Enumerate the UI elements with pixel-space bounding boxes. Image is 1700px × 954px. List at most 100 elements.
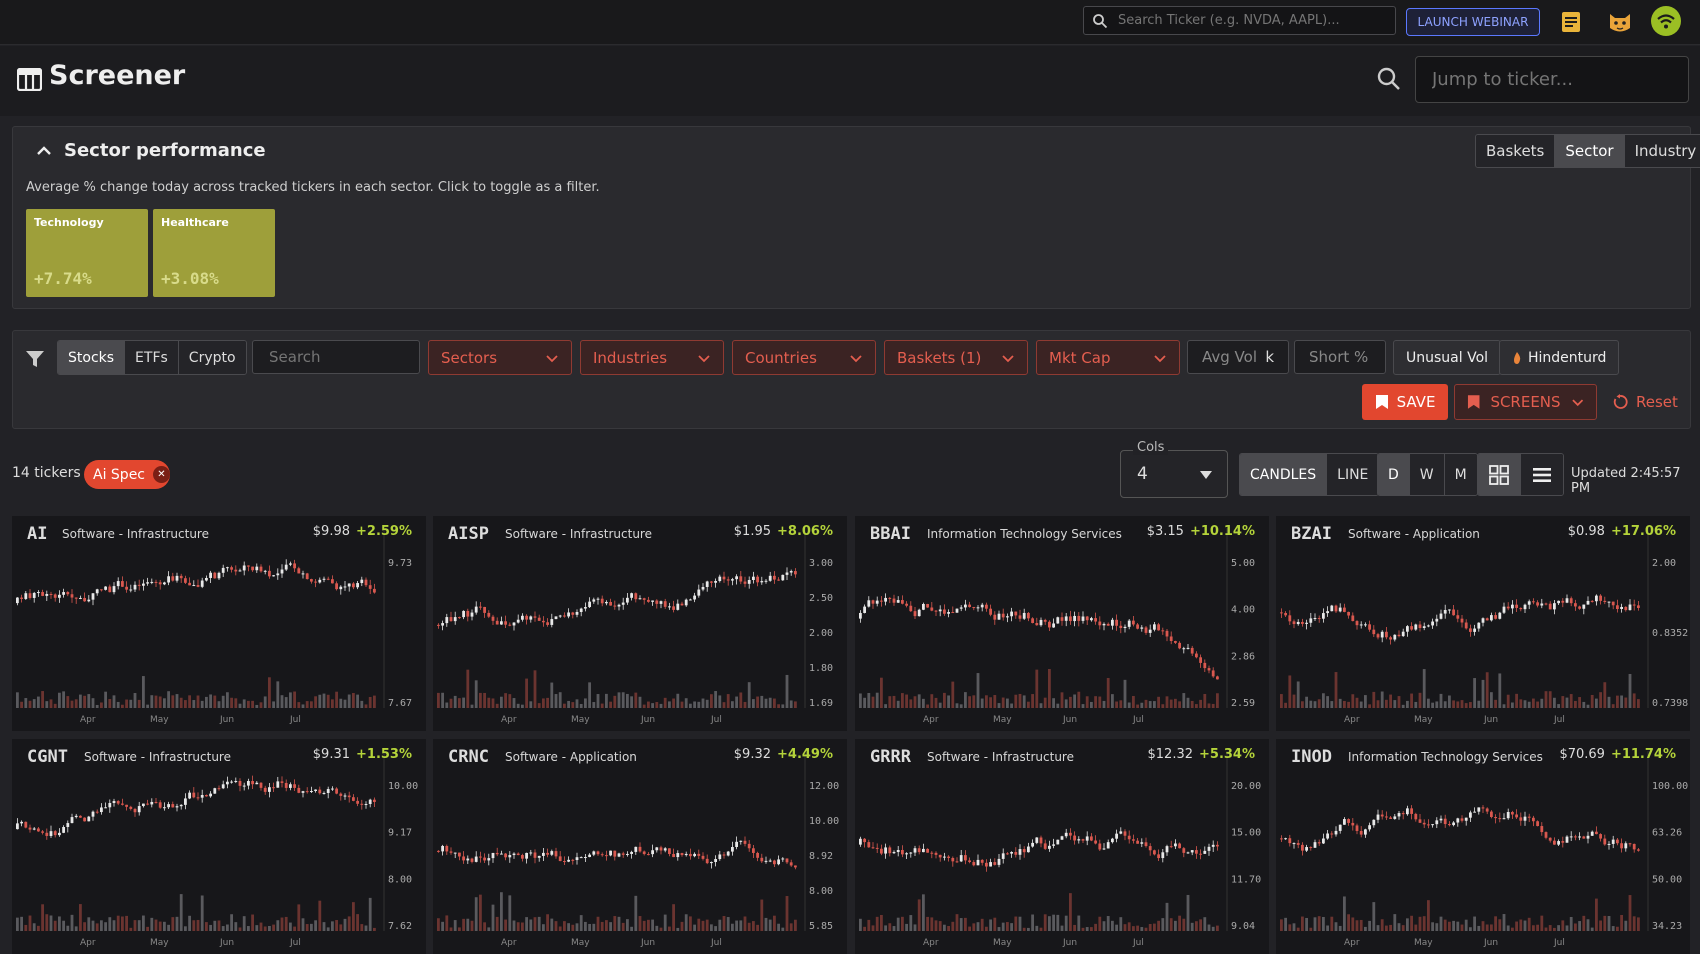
candle-body [663,601,667,607]
tab-sector[interactable]: Sector [1555,135,1625,167]
volume-bar [1523,700,1527,708]
volume-bar [1498,919,1502,931]
chart-card-bbai[interactable]: 5.00 4.00 2.86 2.59 Apr May Jun Jul BBAI Informat… [855,516,1269,731]
filter-search-input[interactable] [252,340,420,374]
x-month-label: Jun [1062,715,1077,725]
tab-candles[interactable]: CANDLES [1240,454,1328,495]
launch-webinar-button[interactable]: LAUNCH WEBINAR [1406,8,1540,36]
volume-bar [1148,701,1152,708]
volume-bar [1280,694,1283,708]
chart-card-grrr[interactable]: 20.00 15.00 11.70 9.04 Apr May Jun Jul GRRR Softw… [855,739,1269,954]
close-icon[interactable]: ✕ [153,466,170,483]
candle-body [1435,820,1439,825]
screens-dropdown[interactable]: SCREENS [1454,384,1597,420]
chevron-up-icon[interactable] [34,141,54,161]
candle-body [95,589,99,594]
industries-dropdown[interactable]: Industries [580,340,724,375]
candle-body [951,857,955,862]
avg-vol-input[interactable]: Avg Vol k [1187,340,1289,374]
volume-bar [959,918,963,931]
tab-stocks[interactable]: Stocks [58,341,126,374]
candle-body [1574,836,1577,838]
volume-bar [1115,924,1118,931]
chart-card-inod[interactable]: 100.00 63.26 50.00 34.23 Apr May Jun Jul INOD Inf… [1276,739,1690,954]
volume-bar [1006,698,1009,708]
volume-bar [1574,700,1577,708]
candle-body [1207,668,1211,671]
x-month-label: Jul [289,715,301,725]
volume-bar [466,669,470,708]
short-pct-input[interactable]: Short % [1294,340,1386,374]
tab-industry[interactable]: Industry [1624,135,1700,167]
cols-select[interactable]: Cols 4 [1120,440,1228,498]
cat-mascot-icon[interactable] [1606,8,1634,36]
volume-bar [1393,700,1397,708]
chart-card-cgnt[interactable]: 10.00 9.17 8.00 7.62 Apr May Jun Jul CGNT Softwar… [12,739,426,954]
tab-baskets[interactable]: Baskets [1476,135,1556,167]
reset-button[interactable]: Reset [1612,384,1678,420]
chart-card-crnc[interactable]: 12.00 10.00 8.92 8.00 5.85 Apr May Jun Jul CRNC So… [433,739,847,954]
ticker-search-input[interactable] [1118,13,1395,28]
candle-body [221,567,225,573]
candle-body [1511,604,1514,609]
volume-bar [1611,704,1615,708]
candle-chart: 100.0063.2650.0034.23Apr May Jun Jul [1280,751,1688,948]
candle-body [70,817,74,824]
grid-view-button[interactable] [1478,454,1521,495]
candle-body [976,607,980,609]
volume-bar [752,699,755,708]
candle-body [373,588,376,593]
tab-etfs[interactable]: ETFs [125,341,179,374]
chart-card-ai[interactable]: 9.73 7.67 Apr May Jun Jul AI Software - Infrast… [12,516,426,731]
sector-tile-technology[interactable]: Technology +7.74% [26,209,148,297]
tab-crypto[interactable]: Crypto [178,341,246,374]
candle-body [1014,611,1018,616]
card-change: +17.06% [1610,524,1676,539]
save-button[interactable]: SAVE [1362,384,1448,420]
volume-bar [1515,921,1518,931]
search-icon[interactable] [1376,66,1402,92]
volume-bar [1305,917,1308,931]
volume-bar [1599,920,1602,931]
volume-bar [474,897,478,931]
volume-bar [491,904,495,931]
candle-body [205,795,208,797]
tab-daily[interactable]: D [1378,454,1410,495]
volume-bar [1401,704,1405,708]
tab-weekly[interactable]: W [1409,454,1445,495]
volume-bar [1018,693,1022,708]
chart-card-aisp[interactable]: 3.00 2.50 2.00 1.80 1.69 Apr May Jun Jul AISP Soft… [433,516,847,731]
ticker-search-box[interactable] [1083,6,1396,35]
candle-chart: 5.004.002.862.59Apr May Jun Jul [859,528,1255,725]
volume-bar [1048,916,1051,931]
volume-bar [1569,916,1573,931]
tab-line[interactable]: LINE [1327,454,1379,495]
candle-body [968,860,971,863]
jump-to-ticker-input[interactable] [1415,56,1689,103]
candle-body [1410,626,1413,630]
notes-icon[interactable] [1557,8,1585,36]
volume-bar [1148,924,1152,931]
sector-tile-healthcare[interactable]: Healthcare +3.08% [153,209,275,297]
sectors-dropdown[interactable]: Sectors [428,340,572,375]
baskets-dropdown[interactable]: Baskets (1) [884,340,1028,375]
volume-bar [1132,695,1135,708]
candle-body [1561,841,1565,843]
candle-body [171,804,175,808]
countries-dropdown[interactable]: Countries [732,340,876,375]
list-view-button[interactable] [1521,454,1563,495]
unusual-vol-toggle[interactable]: Unusual Vol [1393,340,1502,375]
wifi-icon[interactable] [1651,6,1681,36]
hindenturd-toggle[interactable]: Hindenturd [1499,340,1620,375]
chart-card-bzai[interactable]: 2.00 0.8352 0.7398 Apr May Jun Jul BZAI Software… [1276,516,1690,731]
mkt-cap-dropdown[interactable]: Mkt Cap [1036,340,1180,375]
volume-bar [863,697,866,708]
tab-monthly[interactable]: M [1444,454,1477,495]
active-basket-chip[interactable]: Ai Spec ✕ [84,460,170,489]
candle-body [500,853,503,855]
volume-bar [1485,672,1489,708]
candle-body [95,811,99,813]
volume-bar [205,696,208,708]
volume-bar [777,704,780,708]
candle-body [272,575,275,577]
